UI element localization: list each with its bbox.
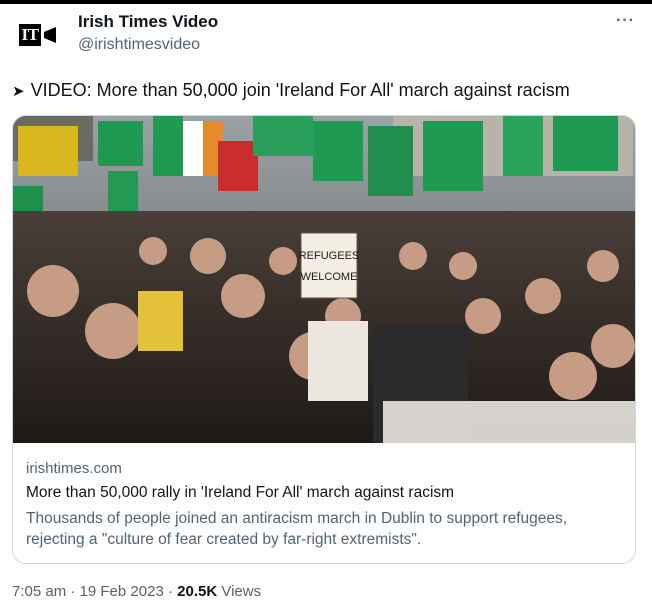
foreground-blur [383,401,635,443]
card-description: Thousands of people joined an antiracism… [26,510,568,548]
logo-text: IT [18,24,42,46]
avatar[interactable]: IT [11,18,65,52]
tweet-body: VIDEO: More than 50,000 join 'Ireland Fo… [30,80,570,100]
card-title: More than 50,000 rally in 'Ireland For A… [26,484,455,501]
bus-shape [18,126,78,176]
meta-separator: · [167,583,173,600]
march-photo[interactable]: REFUGEES WELCOME [13,116,635,443]
sign-line-1: REFUGEES [299,250,360,262]
backpack-shape [138,291,183,351]
tweet-time[interactable]: 7:05 am [12,583,66,600]
meta-separator: · [70,583,76,600]
placard: REFUGEES WELCOME [299,232,360,299]
top-edge-bar [0,0,652,4]
author-handle[interactable]: @irishtimesvideo [78,36,200,54]
link-card[interactable]: REFUGEES WELCOME irishtimes.com More tha… [12,115,636,564]
white-jacket-shape [308,321,368,401]
tweet-meta: 7:05 am · 19 Feb 2023 · 20.5K Views [12,583,261,600]
card-domain: irishtimes.com [26,460,122,477]
tweet-date[interactable]: 19 Feb 2023 [80,583,164,600]
author-name[interactable]: Irish Times Video [78,12,218,32]
views-label: Views [221,583,262,600]
video-camera-icon [44,27,57,43]
more-options-icon[interactable]: ··· [616,12,635,30]
right-pointer-icon: ➤ [12,83,25,100]
views-count: 20.5K [177,583,218,600]
sign-line-2: WELCOME [301,271,358,283]
tweet-text: ➤ VIDEO: More than 50,000 join 'Ireland F… [12,80,570,101]
